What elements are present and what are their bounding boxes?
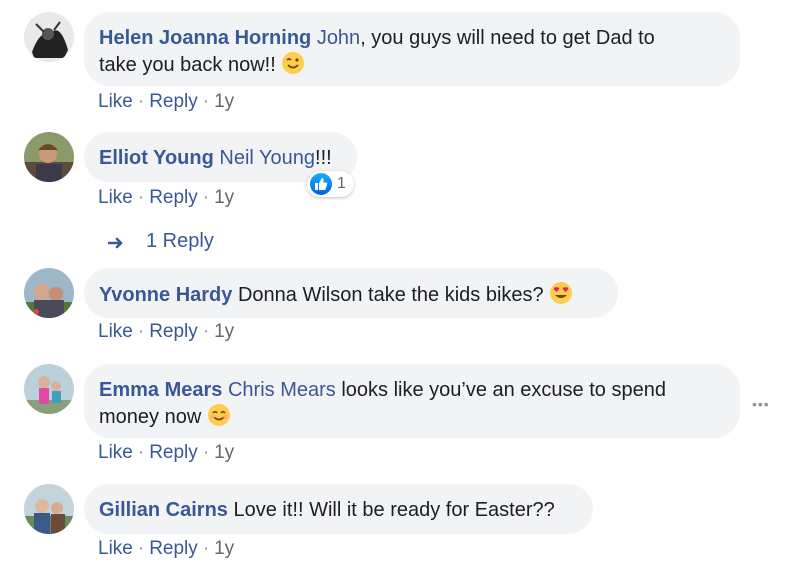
view-replies-link[interactable]: 1 Reply — [108, 230, 214, 253]
comment-mention[interactable]: Chris Mears — [228, 379, 336, 401]
wink-emoji-icon — [282, 52, 305, 74]
comment-bubble: Emma Mears Chris Mears looks like you’ve… — [84, 364, 740, 438]
comment-text: looks like you’ve an excuse to spend — [335, 379, 666, 401]
avatar[interactable] — [24, 12, 74, 62]
like-link[interactable]: Like — [98, 442, 133, 463]
comment-actions: Like · Reply · 1y — [98, 91, 235, 112]
comment-text: , you guys will need to get Dad to — [360, 27, 655, 49]
reply-arrow-icon — [108, 237, 123, 248]
reply-link[interactable]: Reply — [149, 442, 198, 463]
comment-author[interactable]: Yvonne Hardy — [99, 284, 232, 306]
comment-bubble: Gillian Cairns Love it!! Will it be read… — [84, 484, 593, 534]
comment-time[interactable]: 1y — [214, 91, 234, 112]
reaction-count: 1 — [337, 175, 346, 192]
reply-link[interactable]: Reply — [149, 91, 198, 112]
like-link[interactable]: Like — [98, 538, 133, 559]
reply-link[interactable]: Reply — [149, 538, 198, 559]
smiling-emoji-icon — [207, 404, 230, 426]
avatar[interactable] — [24, 132, 74, 182]
reply-link[interactable]: Reply — [149, 187, 198, 208]
more-options-icon[interactable]: ••• — [752, 396, 770, 412]
reaction-summary[interactable]: 1 — [307, 171, 354, 197]
avatar[interactable] — [24, 364, 74, 414]
comment-text: Love it!! Will it be ready for Easter?? — [233, 499, 555, 521]
comment-time[interactable]: 1y — [214, 321, 234, 342]
comment-author[interactable]: Elliot Young — [99, 147, 214, 169]
comment-text: money now — [99, 406, 202, 428]
comment-actions: Like · Reply · 1y — [98, 538, 235, 559]
comment-time[interactable]: 1y — [214, 538, 234, 559]
comment-text: Donna Wilson take the kids bikes? — [237, 284, 544, 306]
comment-time[interactable]: 1y — [214, 442, 234, 463]
comment-mention[interactable]: Neil Young — [219, 147, 315, 169]
comment-author[interactable]: Gillian Cairns — [99, 499, 228, 521]
comment-text: take you back now!! — [99, 54, 276, 76]
heart-eyes-emoji-icon — [550, 282, 573, 304]
thumbs-up-icon — [310, 173, 332, 195]
reply-link[interactable]: Reply — [149, 321, 198, 342]
comment-actions: Like · Reply · 1y — [98, 321, 235, 342]
comment-actions: Like · Reply · 1y — [98, 187, 235, 208]
like-link[interactable]: Like — [98, 91, 133, 112]
comments-list: Helen Joanna Horning John, you guys will… — [0, 0, 800, 572]
comment-bubble: Helen Joanna Horning John, you guys will… — [84, 12, 740, 86]
comment-time[interactable]: 1y — [214, 187, 234, 208]
comment-author[interactable]: Helen Joanna Horning — [99, 27, 311, 49]
like-link[interactable]: Like — [98, 321, 133, 342]
comment-bubble: Yvonne Hardy Donna Wilson take the kids … — [84, 268, 618, 318]
comment-mention[interactable]: John — [317, 27, 360, 49]
like-link[interactable]: Like — [98, 187, 133, 208]
avatar[interactable] — [24, 268, 74, 318]
avatar[interactable] — [24, 484, 74, 534]
replies-count-label[interactable]: 1 Reply — [146, 230, 214, 253]
comment-author[interactable]: Emma Mears — [99, 379, 222, 401]
comment-actions: Like · Reply · 1y — [98, 442, 235, 463]
comment-text: !!! — [315, 147, 332, 169]
